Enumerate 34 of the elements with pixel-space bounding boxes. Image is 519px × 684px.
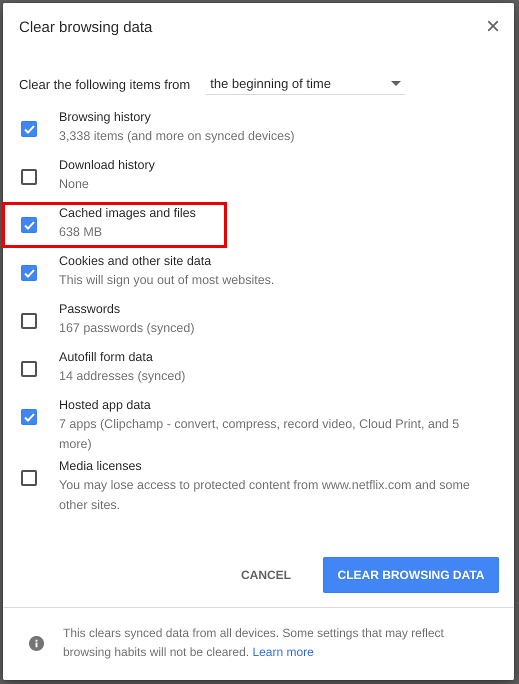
range-label: Clear the following items from <box>19 76 190 92</box>
item-detail: 14 addresses (synced) <box>59 368 186 385</box>
item-label: Cookies and other site data <box>59 254 212 268</box>
item-label: Media licenses <box>59 459 143 473</box>
item-detail: 638 MB <box>59 224 104 241</box>
item-label: Browsing history <box>59 110 152 124</box>
item-detail: 3,338 items (and more on synced devices) <box>59 128 296 145</box>
info-icon <box>29 636 44 650</box>
dialog-title: Clear browsing data <box>19 18 152 36</box>
item-label: Download history <box>59 158 156 172</box>
checkbox[interactable] <box>21 470 37 486</box>
item-label: Passwords <box>59 302 122 316</box>
checkbox[interactable] <box>21 217 37 233</box>
time-range-dropdown[interactable]: the beginning of time <box>206 73 406 95</box>
close-button[interactable]: × <box>486 17 500 37</box>
item-label: Autofill form data <box>59 350 154 364</box>
learn-more-link[interactable]: Learn more <box>252 645 314 659</box>
cancel-button[interactable]: CANCEL <box>233 558 299 592</box>
item-detail: This will sign you out of most websites. <box>59 272 276 289</box>
checkbox[interactable] <box>21 265 37 281</box>
checkbox[interactable] <box>21 121 37 137</box>
checkbox[interactable] <box>21 169 37 185</box>
item-label: Cached images and files <box>59 206 197 220</box>
checkbox[interactable] <box>21 313 37 329</box>
clear-data-button[interactable]: CLEAR BROWSING DATA <box>323 557 499 593</box>
item-detail: None <box>59 176 90 193</box>
sync-notice: This clears synced data from all devices. Some settings that may reflect browsing habits will not be cleared. Learn more <box>63 625 445 661</box>
item-label: Hosted app data <box>59 398 152 412</box>
item-detail: 167 passwords (synced) <box>59 320 196 337</box>
checkbox[interactable] <box>21 361 37 377</box>
checkbox[interactable] <box>21 409 37 425</box>
item-detail: 7 apps (Clipchamp - convert, compress, record video, Cloud Print, and 5 more) <box>59 416 460 453</box>
caret-icon <box>391 81 402 86</box>
item-detail: You may lose access to protected content from www.netflix.com and some other sites. <box>59 477 471 514</box>
